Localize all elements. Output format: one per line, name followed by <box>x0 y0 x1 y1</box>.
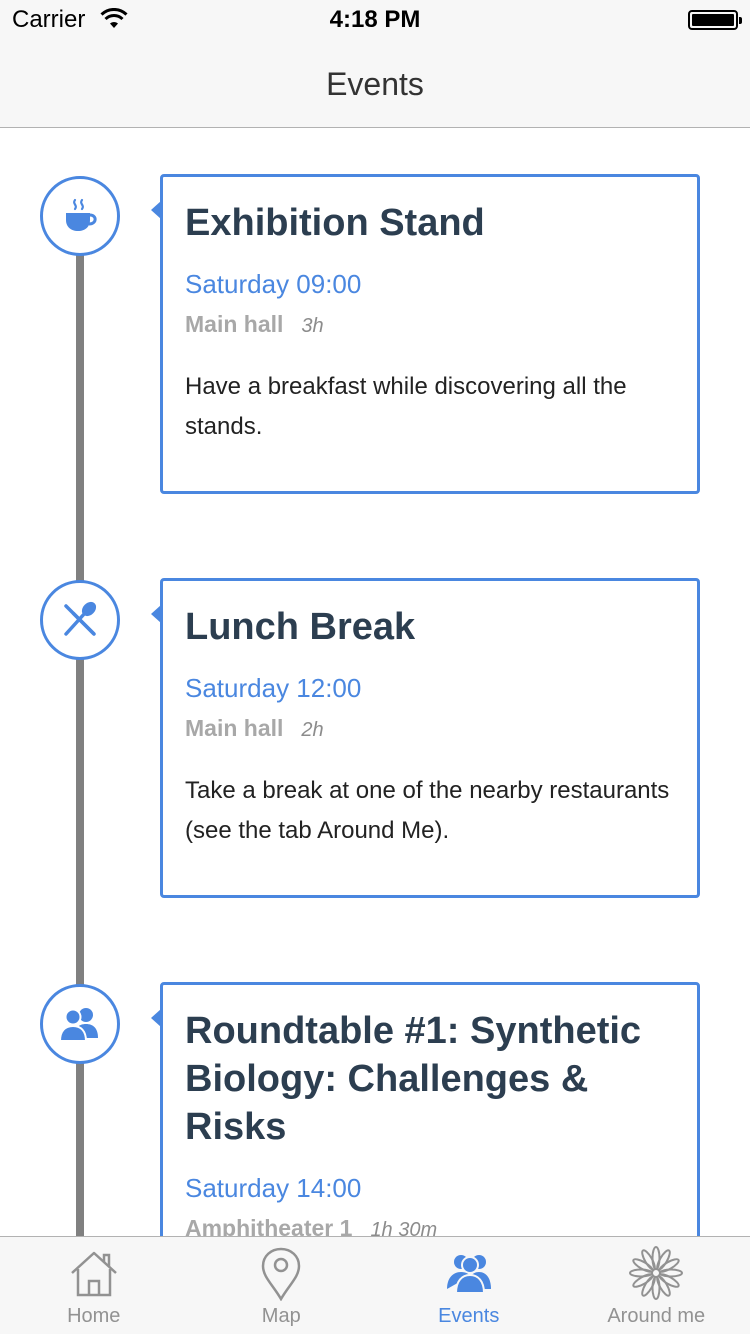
tab-bar: Home Map Events Around me <box>0 1236 750 1334</box>
page-title: Events <box>326 66 424 102</box>
event-card[interactable]: Lunch Break Saturday 12:00 Main hall 2h T… <box>151 578 700 898</box>
tab-map[interactable]: Map <box>188 1237 376 1334</box>
tab-label: Around me <box>607 1305 706 1327</box>
tab-around-me[interactable]: Around me <box>563 1237 750 1334</box>
tab-events[interactable]: Events <box>375 1237 563 1334</box>
status-bar: Carrier 4:18 PM <box>0 0 750 40</box>
flower-icon <box>629 1246 684 1300</box>
event-meta: Main hall 2h <box>185 713 675 747</box>
fork-spoon-icon <box>40 580 120 660</box>
event-time: Saturday 12:00 <box>185 673 362 703</box>
event-location: Amphitheater 1 <box>185 1215 353 1236</box>
events-timeline[interactable]: Exhibition Stand Saturday 09:00 Main hal… <box>0 128 750 1236</box>
event-location: Main hall <box>185 715 284 741</box>
event-card[interactable]: Exhibition Stand Saturday 09:00 Main hal… <box>151 174 700 494</box>
event-meta: Amphitheater 1 1h 30m <box>185 1213 675 1236</box>
people-icon <box>446 1255 491 1294</box>
event-time: Saturday 09:00 <box>185 269 362 299</box>
event-title: Lunch Break <box>185 606 416 648</box>
tab-label: Home <box>67 1305 121 1327</box>
event-duration: 3h <box>301 315 324 337</box>
timeline-line <box>76 208 84 1236</box>
clock: 4:18 PM <box>329 6 421 33</box>
event-duration: 1h 30m <box>370 1219 438 1236</box>
event-meta: Main hall 3h <box>185 309 675 343</box>
tab-label: Events <box>438 1305 500 1327</box>
event-description: Have a breakfast while discovering all t… <box>185 373 627 440</box>
event-title: Exhibition Stand <box>185 202 485 244</box>
tab-label: Map <box>261 1305 301 1327</box>
coffee-cup-icon <box>40 176 120 256</box>
home-icon <box>70 1251 117 1297</box>
event-title: Roundtable #1: Synthetic Biology: Challe… <box>185 1010 642 1148</box>
navigation-bar: Events <box>0 40 750 128</box>
event-location: Main hall <box>185 311 284 337</box>
event-description: Take a break at one of the nearby restau… <box>185 777 670 844</box>
event-time: Saturday 14:00 <box>185 1173 362 1203</box>
event-duration: 2h <box>301 719 324 741</box>
tab-home[interactable]: Home <box>0 1237 188 1334</box>
battery-icon <box>688 10 742 30</box>
event-card[interactable]: Roundtable #1: Synthetic Biology: Challe… <box>151 982 700 1236</box>
people-icon <box>40 984 120 1064</box>
map-pin-icon <box>261 1247 301 1301</box>
